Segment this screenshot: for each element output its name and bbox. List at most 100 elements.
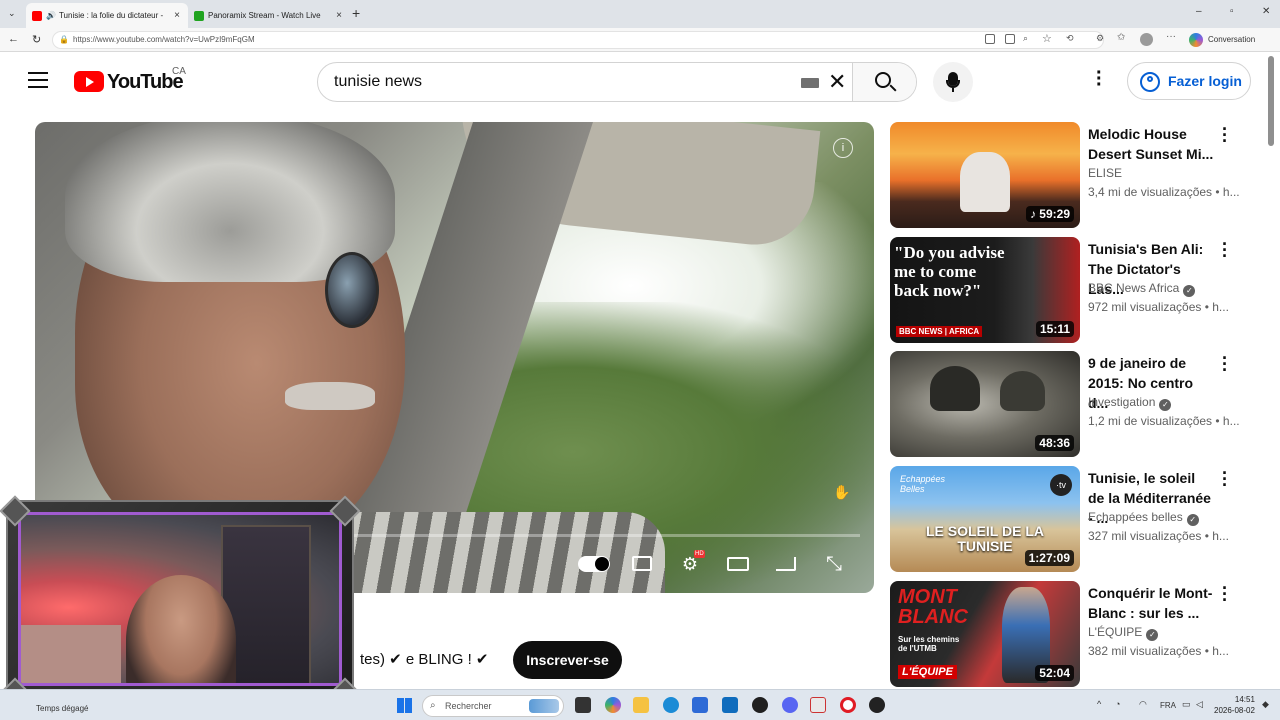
more-actions-icon[interactable]: · · ·	[1221, 235, 1229, 265]
sign-in-button[interactable]: Fazer login	[1127, 62, 1251, 100]
edge-icon[interactable]	[663, 697, 679, 713]
channel-name[interactable]: ELISE	[1088, 166, 1122, 180]
copilot-app-icon[interactable]	[605, 697, 621, 713]
store-icon[interactable]	[692, 697, 708, 713]
channel-name[interactable]: BBC News Africa ✓	[1088, 281, 1196, 297]
theater-mode-icon[interactable]	[726, 552, 750, 576]
read-aloud-icon[interactable]	[1005, 34, 1015, 44]
recommended-video[interactable]: "Do you advise me to come back now?" BBC…	[890, 235, 1250, 343]
recommended-video[interactable]: ♪ 59:29 Melodic House Desert Sunset Mi..…	[890, 120, 1250, 228]
file-explorer-icon[interactable]	[633, 697, 649, 713]
refresh-icon[interactable]: ↻	[32, 33, 41, 46]
recommended-video[interactable]: 48:36 9 de janeiro de 2015: No centro d.…	[890, 349, 1250, 457]
more-actions-icon[interactable]: · · ·	[1221, 464, 1229, 494]
view-count: 382 mil visualizações • h...	[1088, 644, 1229, 658]
tray-wifi-icon[interactable]: ◠	[1139, 699, 1147, 710]
tab-list-chevron-icon[interactable]: ⌄	[8, 8, 16, 19]
channel-name[interactable]: Investigation ✓	[1088, 395, 1172, 411]
extensions-icon[interactable]	[985, 34, 995, 44]
subscribe-button[interactable]: Inscrever-se	[513, 641, 622, 679]
tray-app-icon[interactable]: ◔	[1115, 699, 1120, 709]
video-thumbnail[interactable]: MONT BLANC Sur les chemins de l'UTMB L'É…	[890, 581, 1080, 687]
settings-kebab-icon[interactable]: · · ·	[1096, 63, 1103, 95]
more-actions-icon[interactable]: · · ·	[1221, 349, 1229, 379]
lequipe-badge: L'ÉQUIPE	[898, 665, 957, 679]
channel-name-line[interactable]: tes) ✔ e BLING ! ✔	[360, 650, 489, 668]
browser-tab-strip: ⌄ 🔊 Tunisie : la folie du dictateur - × …	[0, 0, 1280, 28]
more-actions-icon[interactable]: · · ·	[1221, 579, 1229, 609]
volume-icon[interactable]: ◁	[1196, 699, 1203, 710]
task-view-icon[interactable]	[575, 697, 591, 713]
more-actions-icon[interactable]: · · ·	[1221, 120, 1229, 150]
keyboard-icon[interactable]	[801, 78, 819, 88]
refresh-page-icon[interactable]: ⟲	[1066, 33, 1074, 44]
page-scrollbar[interactable]	[1268, 56, 1274, 146]
fullscreen-icon[interactable]: ⤡	[822, 552, 846, 576]
app-icon[interactable]	[752, 697, 768, 713]
video-title[interactable]: Conquérir le Mont-Blanc : sur les ...	[1088, 583, 1214, 623]
close-window-icon[interactable]: ✕	[1262, 6, 1270, 17]
network-icon[interactable]: ▭	[1182, 699, 1191, 710]
maximize-icon[interactable]: ▫	[1230, 6, 1234, 17]
thumbnail-subheadline: Sur les chemins de l'UTMB	[898, 635, 960, 653]
app-icon[interactable]	[810, 697, 826, 713]
windows-taskbar: Temps dégagé ⌕ Rechercher ^ ◔ ◠ FRA ▭ ◁ …	[0, 689, 1280, 720]
sign-in-label: Fazer login	[1168, 73, 1242, 89]
autoplay-toggle[interactable]	[578, 556, 610, 572]
speaker-icon[interactable]: 🔊	[46, 11, 56, 20]
url-field[interactable]: 🔒 https://www.youtube.com/watch?v=UwPzI9…	[52, 31, 1104, 49]
browser-tab-youtube[interactable]: 🔊 Tunisie : la folie du dictateur - ×	[26, 3, 188, 28]
media-player-icon[interactable]	[869, 697, 885, 713]
profile-avatar[interactable]	[1140, 33, 1153, 46]
search-button[interactable]	[852, 63, 916, 101]
video-title[interactable]: Melodic House Desert Sunset Mi...	[1088, 124, 1214, 164]
cast-icon[interactable]	[774, 552, 798, 576]
url-text: https://www.youtube.com/watch?v=UwPzI9mF…	[73, 35, 255, 44]
windows-start-icon[interactable]	[397, 698, 412, 713]
more-menu-icon[interactable]: ···	[1166, 31, 1176, 42]
settings-icon[interactable]: ⚙	[1096, 33, 1104, 44]
view-count: 1,2 mi de visualizações • h...	[1088, 414, 1240, 428]
browser-tab-panoramix[interactable]: Panoramix Stream - Watch Live ×	[188, 3, 350, 28]
tab-close-icon[interactable]: ×	[171, 10, 183, 21]
clear-search-icon[interactable]: ✕	[828, 69, 846, 95]
video-thumbnail[interactable]: ♪ 59:29	[890, 122, 1080, 228]
settings-gear-icon[interactable]: ⚙ HD	[678, 550, 705, 576]
video-thumbnail[interactable]: "Do you advise me to come back now?" BBC…	[890, 237, 1080, 343]
weather-text[interactable]: Temps dégagé	[36, 704, 88, 713]
zoom-icon[interactable]: ⌕	[1023, 33, 1028, 44]
voice-search-button[interactable]	[933, 62, 973, 102]
tray-chevron-icon[interactable]: ^	[1097, 699, 1101, 709]
taskbar-clock[interactable]: 14:51 2026-08-02	[1214, 694, 1255, 716]
info-icon[interactable]: i	[833, 138, 853, 158]
recommended-video[interactable]: MONT BLANC Sur les chemins de l'UTMB L'É…	[890, 579, 1250, 687]
hamburger-menu-icon[interactable]	[28, 72, 48, 88]
discord-icon[interactable]	[782, 697, 798, 713]
copilot-icon[interactable]	[1189, 33, 1203, 47]
opera-icon[interactable]	[840, 697, 856, 713]
video-thumbnail[interactable]: Echappées Belles ·tv LE SOLEIL DE LA TUN…	[890, 466, 1080, 572]
thumbnail-person	[960, 152, 1010, 212]
subtitles-icon[interactable]	[630, 552, 654, 576]
back-icon[interactable]: ←	[8, 33, 19, 45]
video-thumbnail[interactable]: 48:36	[890, 351, 1080, 457]
recommended-video[interactable]: Echappées Belles ·tv LE SOLEIL DE LA TUN…	[890, 464, 1250, 572]
notification-bell-icon[interactable]: ◆	[1262, 699, 1269, 710]
region-code: CA	[172, 66, 186, 77]
channel-name[interactable]: Echappées belles ✓	[1088, 510, 1199, 526]
channel-name[interactable]: L'ÉQUIPE ✓	[1088, 625, 1159, 641]
site-info-icon[interactable]: 🔒	[59, 32, 69, 48]
favorite-star-icon[interactable]: ☆	[1042, 32, 1052, 45]
new-tab-icon[interactable]: +	[352, 5, 360, 21]
language-indicator[interactable]: FRA	[1160, 701, 1176, 710]
search-box[interactable]: tunisie news ✕	[317, 62, 917, 102]
outlook-icon[interactable]	[722, 697, 738, 713]
tab-close-icon[interactable]: ×	[333, 10, 345, 21]
search-input[interactable]: tunisie news	[334, 73, 422, 91]
taskbar-search[interactable]: ⌕ Rechercher	[422, 695, 564, 717]
favorites-icon[interactable]: ✩	[1117, 32, 1125, 43]
minimize-icon[interactable]: –	[1196, 6, 1202, 17]
search-icon: ⌕	[430, 700, 436, 711]
youtube-logo[interactable]: YouTube CA	[74, 66, 186, 93]
copilot-label[interactable]: Conversation	[1208, 35, 1255, 44]
